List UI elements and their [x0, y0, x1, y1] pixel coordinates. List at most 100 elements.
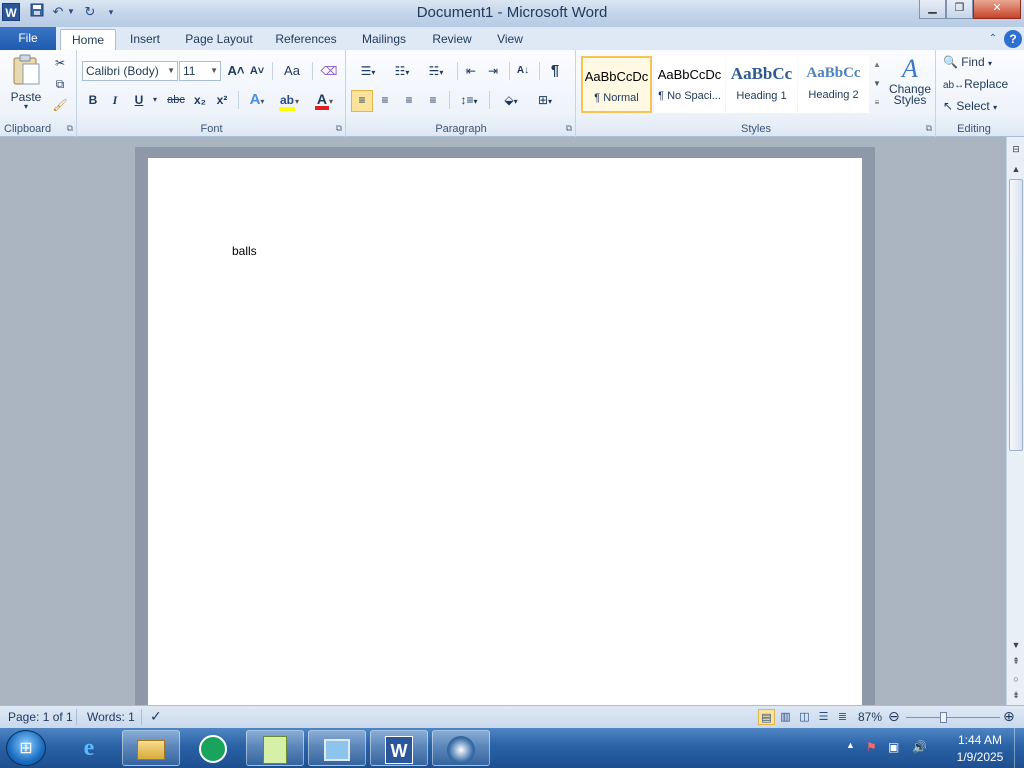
- tab-review[interactable]: Review: [426, 29, 478, 50]
- font-color-button[interactable]: A ▾: [310, 91, 338, 111]
- clock-time[interactable]: 1:44 AM: [940, 733, 1020, 747]
- minimize-ribbon-icon[interactable]: ⌃: [984, 30, 1002, 48]
- show-hidden-icons[interactable]: ▲: [846, 740, 855, 750]
- styles-scroll-up-icon[interactable]: ▲: [871, 56, 883, 75]
- microsoft-word-taskbar-icon[interactable]: W: [370, 730, 428, 766]
- shading-button[interactable]: ⬙▾: [497, 91, 525, 111]
- tab-insert[interactable]: Insert: [122, 29, 168, 50]
- cut-icon[interactable]: ✂: [50, 54, 70, 72]
- format-painter-icon[interactable]: 🖌: [50, 96, 70, 114]
- select-browse-object-icon[interactable]: ○: [1008, 671, 1024, 687]
- align-center-icon[interactable]: ≡: [375, 91, 395, 109]
- find-button[interactable]: 🔍 Find ▾: [943, 53, 1009, 73]
- underline-dropdown-icon[interactable]: ▾: [150, 91, 160, 109]
- align-left-icon[interactable]: ≡: [351, 90, 373, 112]
- numbering-button[interactable]: ☷▾: [387, 62, 417, 82]
- clipboard-launcher-icon[interactable]: ⧉: [67, 123, 73, 134]
- clear-formatting-icon[interactable]: ⌫: [318, 62, 340, 80]
- borders-button[interactable]: ⊞▾: [531, 91, 559, 111]
- previous-page-icon[interactable]: ⇞: [1008, 653, 1024, 669]
- change-styles-button[interactable]: A Change Styles: [887, 54, 933, 118]
- sort-icon[interactable]: A↓: [513, 62, 533, 80]
- increase-indent-icon[interactable]: ⇥: [483, 62, 503, 80]
- tab-home[interactable]: Home: [60, 29, 116, 50]
- zoom-out-icon[interactable]: ⊖: [888, 708, 900, 725]
- change-case-button[interactable]: Aa: [278, 62, 306, 80]
- action-center-flag-icon[interactable]: ⚑: [866, 740, 877, 754]
- scroll-thumb[interactable]: [1009, 179, 1023, 451]
- outline-view-icon[interactable]: ☰: [815, 709, 832, 725]
- italic-button[interactable]: I: [106, 91, 124, 109]
- highlight-color-button[interactable]: ab▾: [274, 91, 304, 111]
- select-button[interactable]: ↖ Select ▾: [943, 97, 1009, 117]
- restore-button[interactable]: ❐: [946, 0, 973, 19]
- start-button[interactable]: ⊞: [6, 730, 46, 766]
- subscript-button[interactable]: x₂: [190, 91, 210, 109]
- font-launcher-icon[interactable]: ⧉: [336, 123, 342, 134]
- underline-button[interactable]: U: [130, 91, 148, 109]
- tab-mailings[interactable]: Mailings: [354, 29, 414, 50]
- ruler-toggle-icon[interactable]: ⊟: [1008, 141, 1024, 157]
- bold-button[interactable]: B: [84, 91, 102, 109]
- copy-icon[interactable]: ⧉: [50, 75, 70, 93]
- clock-date[interactable]: 1/9/2025: [940, 750, 1020, 764]
- styles-more-icon[interactable]: ≡: [871, 94, 883, 113]
- full-screen-reading-view-icon[interactable]: ▥: [777, 709, 794, 725]
- replace-button[interactable]: ab↔Replace: [943, 75, 1009, 95]
- paragraph-launcher-icon[interactable]: ⧉: [566, 123, 572, 134]
- align-right-icon[interactable]: ≡: [399, 91, 419, 109]
- close-button[interactable]: ✕: [973, 0, 1021, 19]
- proofing-icon[interactable]: ✓: [150, 708, 162, 725]
- tab-page-layout[interactable]: Page Layout: [180, 29, 258, 50]
- remote-desktop-icon[interactable]: [308, 730, 366, 766]
- next-page-icon[interactable]: ⇟: [1008, 687, 1024, 703]
- internet-explorer-icon[interactable]: e: [60, 730, 118, 766]
- styles-launcher-icon[interactable]: ⧉: [926, 123, 932, 134]
- font-name-combo[interactable]: Calibri (Body) ▼: [82, 61, 178, 81]
- zoom-slider-thumb[interactable]: [940, 712, 948, 723]
- word-count[interactable]: Words: 1: [87, 710, 135, 724]
- style-heading-1[interactable]: AaBbCc Heading 1: [726, 56, 797, 113]
- style-normal[interactable]: AaBbCcDc ¶ Normal: [581, 56, 652, 113]
- draft-view-icon[interactable]: ≣: [834, 709, 851, 725]
- style-no-spacing[interactable]: AaBbCcDc ¶ No Spaci...: [654, 56, 725, 113]
- paste-dropdown-icon[interactable]: ▾: [6, 103, 46, 111]
- app-circle-icon[interactable]: [184, 730, 242, 766]
- strikethrough-button[interactable]: abc: [164, 91, 188, 109]
- volume-icon[interactable]: 🔊: [912, 740, 927, 754]
- print-layout-view-icon[interactable]: ▤: [758, 709, 775, 725]
- vertical-scrollbar[interactable]: ⊟ ▲ ▼ ⇞ ○ ⇟: [1006, 137, 1024, 705]
- document-text[interactable]: balls: [232, 244, 257, 258]
- app-globe-icon[interactable]: [432, 730, 490, 766]
- show-formatting-marks-button[interactable]: ¶: [545, 62, 565, 80]
- tab-view[interactable]: View: [490, 29, 530, 50]
- decrease-indent-icon[interactable]: ⇤: [461, 62, 481, 80]
- line-spacing-button[interactable]: ↕≡▾: [455, 91, 483, 111]
- bullets-button[interactable]: ☰▾: [353, 62, 383, 82]
- scroll-up-icon[interactable]: ▲: [1008, 161, 1024, 177]
- notepad-plus-plus-icon[interactable]: [246, 730, 304, 766]
- page-count[interactable]: Page: 1 of 1: [8, 710, 73, 724]
- zoom-in-icon[interactable]: ⊕: [1003, 708, 1015, 725]
- style-heading-2[interactable]: AaBbCc Heading 2: [798, 56, 869, 113]
- zoom-level[interactable]: 87%: [858, 710, 882, 724]
- web-layout-view-icon[interactable]: ◫: [796, 709, 813, 725]
- grow-font-button[interactable]: A˄: [226, 62, 246, 80]
- file-explorer-icon[interactable]: [122, 730, 180, 766]
- tab-references[interactable]: References: [270, 29, 342, 50]
- paste-button[interactable]: Paste ▾: [6, 54, 46, 112]
- text-effects-icon[interactable]: A▾: [244, 91, 270, 111]
- show-desktop-button[interactable]: [1014, 728, 1024, 768]
- zoom-slider[interactable]: [906, 717, 1000, 718]
- multilevel-list-button[interactable]: ☵▾: [421, 62, 451, 82]
- justify-icon[interactable]: ≡: [423, 91, 443, 109]
- minimize-button[interactable]: ▁: [919, 0, 946, 19]
- help-icon[interactable]: ?: [1004, 30, 1022, 48]
- font-size-combo[interactable]: 11 ▼: [179, 61, 221, 81]
- scroll-down-icon[interactable]: ▼: [1008, 637, 1024, 653]
- shrink-font-button[interactable]: A˅: [248, 62, 266, 80]
- superscript-button[interactable]: x²: [212, 91, 232, 109]
- document-page[interactable]: balls: [148, 158, 862, 705]
- tab-file[interactable]: File: [0, 27, 56, 50]
- network-icon[interactable]: ▣: [888, 740, 899, 754]
